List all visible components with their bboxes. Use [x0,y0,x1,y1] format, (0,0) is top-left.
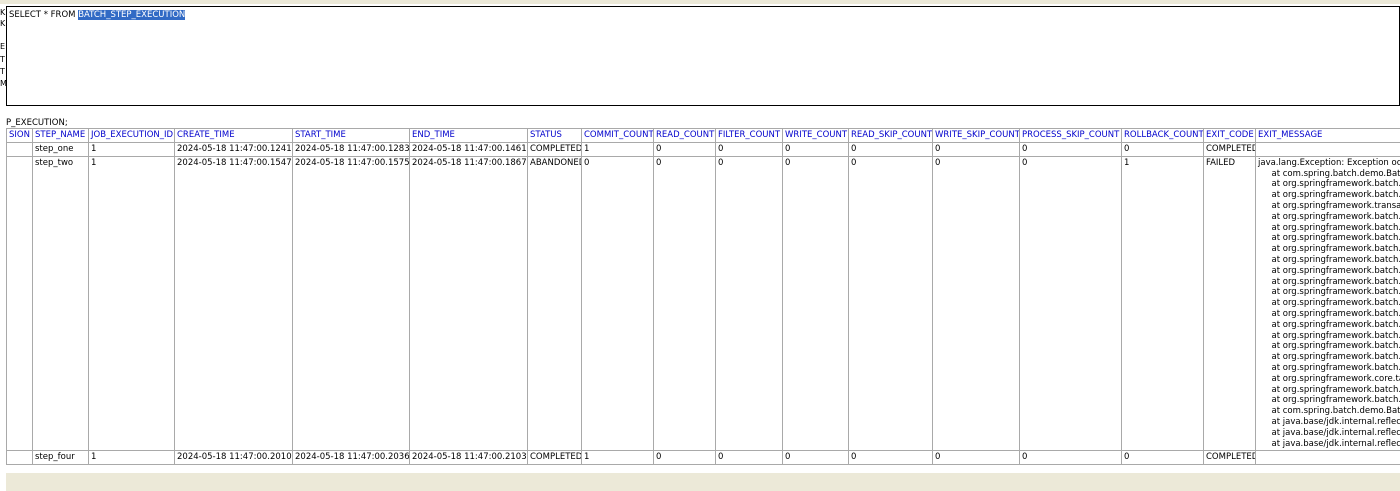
table-cell[interactable] [6,450,33,466]
column-header[interactable]: PROCESS_SKIP_COUNT [1019,128,1122,143]
table-cell[interactable]: step_one [32,142,89,157]
table-cell[interactable]: ABANDONED [527,155,582,452]
column-header[interactable]: READ_COUNT [653,128,716,143]
status-bar [6,473,1400,491]
column-header[interactable]: END_TIME [409,128,528,143]
table-cell[interactable]: 0 [1019,155,1122,452]
table-cell[interactable]: 0 [932,450,1020,466]
table-row[interactable]: step_one12024-05-18 11:47:00.12410475720… [6,142,1400,157]
table-cell[interactable]: 1 [88,142,175,157]
table-cell[interactable] [1255,142,1400,157]
table-cell[interactable]: COMPLETED [527,450,582,466]
toolbar [0,0,1400,4]
table-cell[interactable]: 1 [1121,155,1204,452]
column-header[interactable]: EXIT_CODE [1203,128,1256,143]
table-cell[interactable]: 0 [1121,450,1204,466]
table-cell[interactable]: 0 [581,155,654,452]
table-cell[interactable]: 0 [848,155,933,452]
table-cell[interactable]: 2024-05-18 11:47:00.203633104 [292,450,410,466]
table-cell[interactable]: 1 [88,155,175,452]
column-header[interactable]: FILTER_COUNT [715,128,783,143]
result-caption: P_EXECUTION; [6,118,68,128]
table-cell[interactable]: 2024-05-18 11:47:00.201096172 [174,450,293,466]
table-cell[interactable]: 0 [1019,450,1122,466]
table-cell[interactable] [1255,450,1400,466]
table-cell[interactable]: 0 [653,450,716,466]
table-row[interactable]: step_two12024-05-18 11:47:00.15477370220… [6,155,1400,452]
column-header[interactable]: SION [6,128,33,143]
table-cell[interactable]: 0 [848,450,933,466]
table-cell[interactable]: 0 [653,155,716,452]
table-cell[interactable]: 2024-05-18 11:47:00.18675644 [409,155,528,452]
column-header[interactable]: READ_SKIP_COUNT [848,128,933,143]
gutter-letter: E [0,42,6,51]
table-row[interactable]: step_four12024-05-18 11:47:00.2010961722… [6,450,1400,466]
table-cell[interactable]: step_two [32,155,89,452]
gutter-letter: K [0,8,6,17]
table-cell[interactable]: 0 [1019,142,1122,157]
table-cell[interactable]: 1 [581,450,654,466]
table-cell[interactable]: 0 [848,142,933,157]
sql-editor[interactable]: SELECT * FROM BATCH_STEP_EXECUTION [6,6,1400,106]
table-cell[interactable]: FAILED [1203,155,1256,452]
column-header[interactable]: COMMIT_COUNT [581,128,654,143]
table-cell[interactable]: 0 [653,142,716,157]
sql-text[interactable]: SELECT * FROM BATCH_STEP_EXECUTION [9,10,186,20]
column-header[interactable]: START_TIME [292,128,410,143]
table-cell[interactable]: 0 [782,450,849,466]
table-cell[interactable]: 0 [715,155,783,452]
table-cell[interactable]: 0 [932,142,1020,157]
table-cell[interactable]: step_four [32,450,89,466]
table-cell[interactable]: 0 [715,450,783,466]
sql-selection: BATCH_STEP_EXECUTION [78,10,186,20]
table-cell[interactable]: 2024-05-18 11:47:00.210390257 [409,450,528,466]
table-cell[interactable]: COMPLETED [1203,450,1256,466]
table-cell[interactable] [6,142,33,157]
table-cell[interactable]: 2024-05-18 11:47:00.15756886 [292,155,410,452]
results-table: SION STEP_NAME JOB_EXECUTION_ID CREATE_TIME… [6,128,1400,466]
sql-prefix: SELECT * FROM [9,10,79,20]
table-cell[interactable]: 1 [581,142,654,157]
gutter-letter: K [0,19,6,28]
table-cell[interactable]: 0 [782,155,849,452]
table-cell[interactable]: 1 [88,450,175,466]
gutter-letter: T [0,67,5,76]
table-cell[interactable]: 2024-05-18 11:47:00.154773702 [174,155,293,452]
column-header[interactable]: WRITE_COUNT [782,128,849,143]
table-cell[interactable]: 0 [932,155,1020,452]
column-header[interactable]: ROLLBACK_COUNT [1121,128,1204,143]
table-cell[interactable]: 0 [715,142,783,157]
table-cell[interactable]: java.lang.Exception: Exception occured!!… [1255,155,1400,452]
header-row: SION STEP_NAME JOB_EXECUTION_ID CREATE_TIME… [6,128,1400,143]
column-header[interactable]: JOB_EXECUTION_ID [88,128,175,143]
table-cell[interactable] [6,155,33,452]
table-cell[interactable]: COMPLETED [1203,142,1256,157]
table-cell[interactable]: 2024-05-18 11:47:00.124104757 [174,142,293,157]
column-header[interactable]: STATUS [527,128,582,143]
table-cell[interactable]: COMPLETED [527,142,582,157]
column-header[interactable]: EXIT_MESSAGE [1255,128,1400,143]
column-header[interactable]: CREATE_TIME [174,128,293,143]
column-header[interactable]: STEP_NAME [32,128,89,143]
gutter-letter: T [0,55,5,64]
table-cell[interactable]: 2024-05-18 11:47:00.146164908 [409,142,528,157]
table-cell[interactable]: 0 [1121,142,1204,157]
table-cell[interactable]: 0 [782,142,849,157]
table-cell[interactable]: 2024-05-18 11:47:00.128350159 [292,142,410,157]
column-header[interactable]: WRITE_SKIP_COUNT [932,128,1020,143]
